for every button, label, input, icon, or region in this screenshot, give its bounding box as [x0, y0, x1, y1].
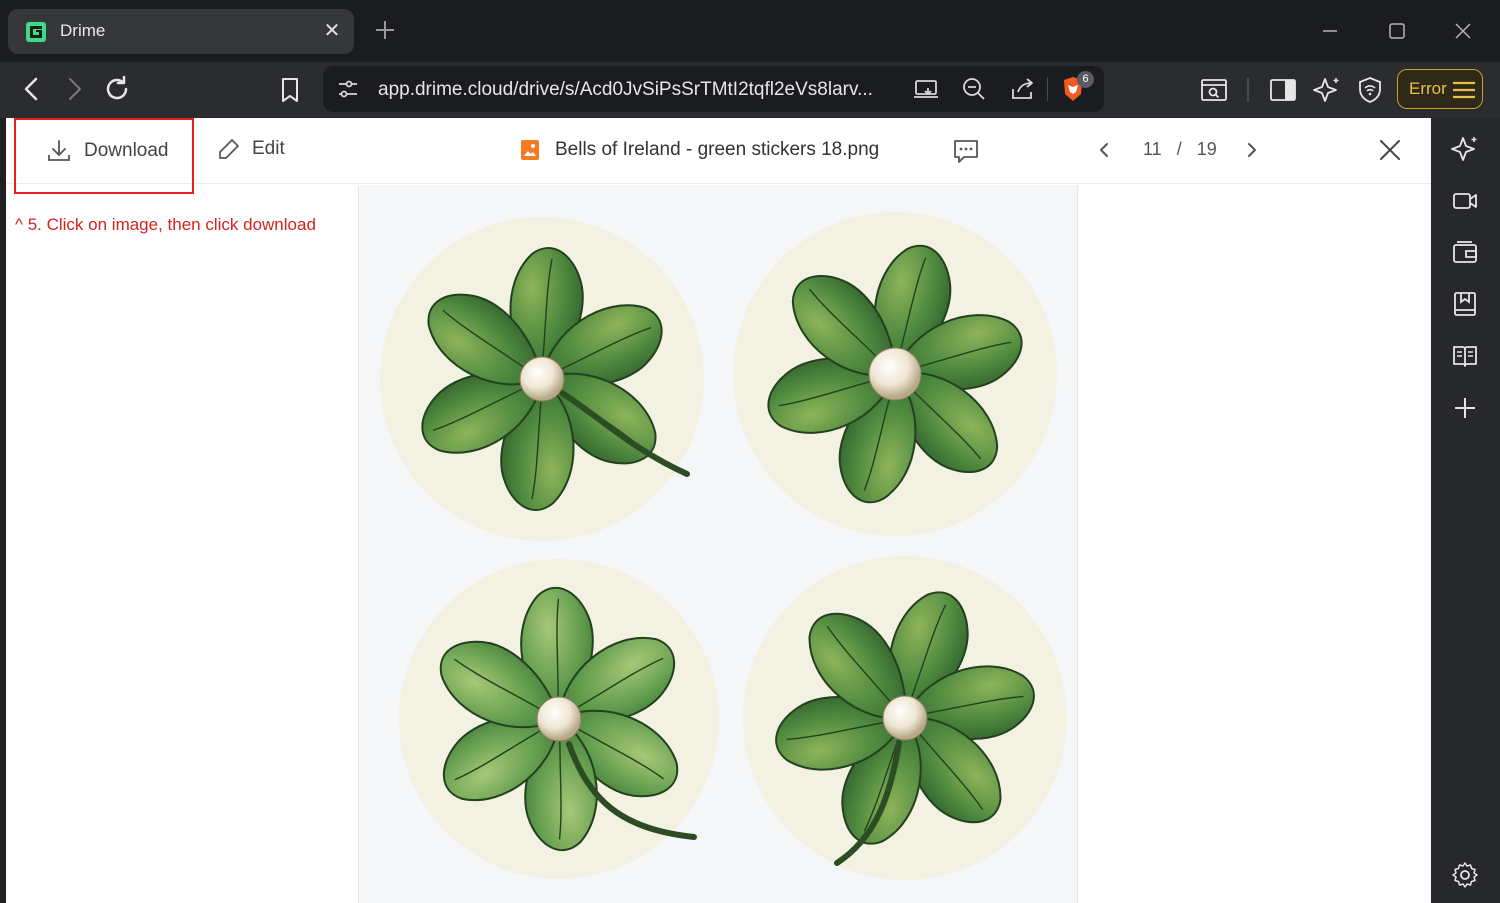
bookmark-icon[interactable] [275, 75, 305, 105]
maximize-icon[interactable] [1384, 18, 1410, 44]
window-close-icon[interactable] [1450, 18, 1476, 44]
brave-shield-count: 6 [1077, 71, 1094, 88]
plus-icon[interactable] [1451, 394, 1479, 422]
chevron-left-icon[interactable] [1092, 138, 1116, 162]
toolbar-divider [1247, 78, 1249, 102]
instruction-note: ^ 5. Click on image, then click download [15, 215, 316, 234]
tab-close-icon[interactable]: ✕ [320, 19, 344, 43]
page-separator: / [1176, 139, 1182, 159]
settings-icon[interactable] [1451, 861, 1479, 889]
vpn-shield-icon[interactable] [1355, 75, 1385, 105]
current-page: 11 [1143, 139, 1162, 159]
leo-ai-icon[interactable] [1451, 135, 1479, 163]
edit-button[interactable]: Edit [252, 138, 285, 160]
chevron-right-icon[interactable] [1240, 138, 1264, 162]
browser-sidebar [1431, 118, 1500, 903]
clover-sticker-1 [380, 217, 704, 541]
sidebar-toggle-icon[interactable] [1268, 75, 1298, 105]
close-icon[interactable] [1376, 136, 1404, 164]
error-label: Error [1409, 79, 1447, 98]
clover-stickers-image[interactable] [359, 185, 1079, 903]
reader-mode-icon[interactable] [1199, 75, 1229, 105]
file-preview-viewer: Download Edit Bells of Ireland - green s… [6, 118, 1431, 903]
drime-logo-icon [26, 22, 46, 42]
viewer-header: Download Edit Bells of Ireland - green s… [6, 118, 1431, 194]
tab-title: Drime [60, 21, 106, 40]
back-icon[interactable] [17, 74, 47, 104]
image-preview[interactable] [358, 185, 1078, 903]
pencil-icon[interactable] [217, 137, 241, 161]
tab-drime[interactable]: Drime ✕ [8, 9, 354, 54]
clover-sticker-3 [399, 559, 719, 879]
url-text[interactable]: app.drime.cloud/drive/s/Acd0JvSiPsSrTMtI… [378, 79, 873, 101]
reload-icon[interactable] [102, 74, 132, 104]
zoom-icon[interactable] [960, 75, 988, 103]
cast-icon[interactable] [912, 75, 940, 103]
file-name: Bells of Ireland - green stickers 18.png [555, 139, 880, 160]
site-settings-icon[interactable] [334, 75, 362, 103]
bookmarks-icon[interactable] [1451, 290, 1479, 318]
download-icon [48, 140, 70, 161]
new-tab-plus-icon[interactable] [372, 17, 398, 43]
wallet-error-button[interactable]: Error [1397, 69, 1483, 109]
minimize-icon[interactable] [1317, 18, 1343, 44]
browser-toolbar: app.drime.cloud/drive/s/Acd0JvSiPsSrTMtI… [0, 62, 1500, 118]
clover-sticker-2 [733, 212, 1057, 536]
url-divider [1047, 77, 1048, 101]
right-pane [1078, 185, 1431, 903]
download-button[interactable]: Download [14, 118, 194, 194]
clover-sticker-4 [743, 556, 1067, 880]
forward-icon[interactable] [59, 74, 89, 104]
left-pane [6, 185, 358, 903]
wallet-icon[interactable] [1451, 239, 1479, 267]
reading-list-icon[interactable] [1451, 342, 1479, 370]
video-call-icon[interactable] [1451, 187, 1479, 215]
total-pages: 19 [1196, 139, 1217, 159]
address-bar[interactable]: app.drime.cloud/drive/s/Acd0JvSiPsSrTMtI… [323, 66, 1104, 112]
share-icon[interactable] [1009, 75, 1037, 103]
download-label: Download [84, 140, 169, 161]
hamburger-icon [1453, 81, 1475, 99]
tab-bar: Drime ✕ [0, 0, 1500, 62]
leo-ai-icon[interactable] [1312, 75, 1342, 105]
page-indicator: 11 / 19 [1143, 139, 1217, 160]
browser-window: Drime ✕ app.drime.cloud/drive/s/Acd0JvSi… [0, 0, 1500, 903]
image-file-icon [521, 140, 539, 160]
comment-icon[interactable] [951, 136, 981, 166]
